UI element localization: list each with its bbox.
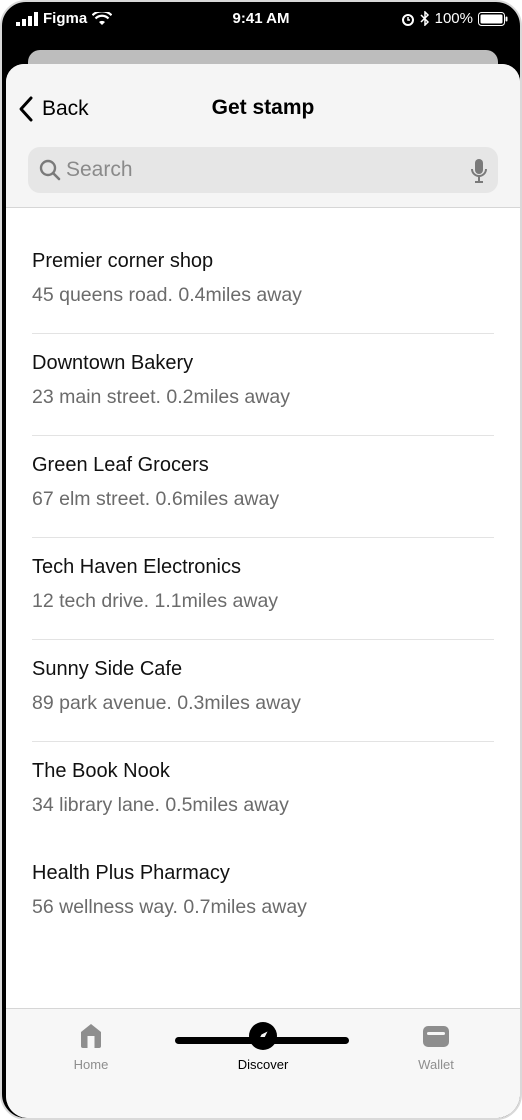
battery-percent: 100% [434,10,473,27]
wallet-icon [423,1026,449,1047]
list-item[interactable]: Health Plus Pharmacy 56 wellness way. 0.… [32,844,494,946]
shop-detail: 34 library lane. 0.5miles away [32,794,289,816]
alarm-icon [401,13,414,26]
page-title: Get stamp [211,96,315,119]
shop-detail: 89 park avenue. 0.3miles away [32,692,301,714]
list-item[interactable]: The Book Nook 34 library lane. 0.5miles … [32,742,494,844]
tab-home-label: Home [73,1057,109,1072]
shop-detail: 45 queens road. 0.4miles away [32,284,302,306]
shop-name: Green Leaf Grocers [32,454,209,476]
search-icon [39,159,61,181]
shop-name: Sunny Side Cafe [32,658,183,680]
list-item[interactable]: Downtown Bakery 23 main street. 0.2miles… [32,334,494,436]
sheet-header: Back Get stamp [6,64,520,208]
list-item[interactable]: Green Leaf Grocers 67 elm street. 0.6mil… [32,436,494,538]
tab-discover-label: Discover [237,1057,289,1072]
shop-detail: 56 wellness way. 0.7miles away [32,896,307,918]
search-input[interactable] [66,147,456,193]
status-right: 100% [401,10,508,27]
home-icon [81,1024,101,1048]
compass-icon [249,1022,277,1050]
list-item[interactable]: Sunny Side Cafe 89 park avenue. 0.3miles… [32,640,494,742]
battery-icon [478,11,508,26]
shop-name: The Book Nook [32,760,170,782]
phone-frame: Figma 9:41 AM 100% Back Get stamp Search… [0,0,522,1120]
shop-name: Health Plus Pharmacy [32,862,230,884]
microphone-icon[interactable] [470,158,488,184]
shop-detail: 23 main street. 0.2miles away [32,386,290,408]
shop-name: Premier corner shop [32,250,214,272]
shop-detail: 12 tech drive. 1.1miles away [32,590,279,612]
tab-wallet[interactable]: Wallet [376,1021,496,1081]
shop-name: Downtown Bakery [32,352,194,374]
bluetooth-icon [420,11,429,26]
stamp-sheet: Back Get stamp Premier corner shop [6,64,520,1118]
tab-home[interactable]: Home [31,1021,151,1081]
search-bar[interactable] [28,147,498,193]
shop-detail: 67 elm street. 0.6miles away [32,488,280,510]
list-item[interactable]: Tech Haven Electronics 12 tech drive. 1.… [32,538,494,640]
home-indicator [175,1037,349,1044]
tab-discover[interactable]: Discover [203,1021,323,1081]
status-bar: Figma 9:41 AM 100% [2,2,520,40]
shop-name: Tech Haven Electronics [32,556,241,578]
shop-list: Premier corner shop 45 queens road. 0.4m… [6,232,520,946]
list-item[interactable]: Premier corner shop 45 queens road. 0.4m… [32,232,494,334]
tab-wallet-label: Wallet [418,1057,454,1072]
tab-bar: Home Discover Wallet [6,1008,520,1118]
